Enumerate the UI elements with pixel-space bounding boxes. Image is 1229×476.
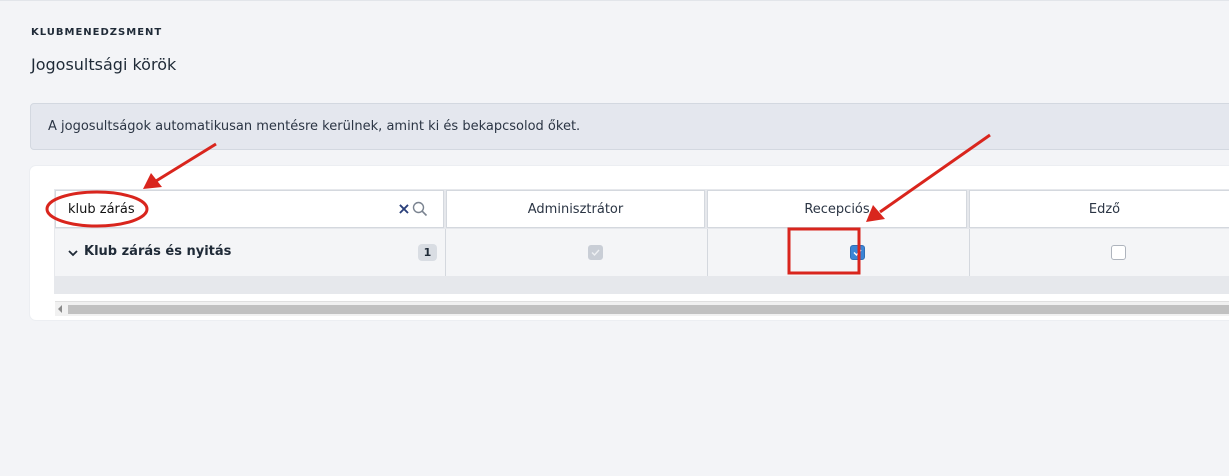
table-row[interactable]: Klub zárás és nyitás 1 bbox=[55, 229, 1229, 276]
scroll-thumb[interactable] bbox=[68, 305, 1229, 314]
column-divider bbox=[445, 229, 446, 276]
column-header-admin: Adminisztrátor bbox=[446, 190, 705, 228]
permissions-card: × Adminisztrátor Recepciós Edző Klub bbox=[30, 166, 1229, 320]
column-header-reception: Recepciós bbox=[707, 190, 967, 228]
section-eyebrow: KLUBMENEDZSMENT bbox=[31, 27, 163, 38]
checkbox-reception[interactable] bbox=[850, 245, 865, 260]
column-header-coach: Edző bbox=[969, 190, 1229, 228]
autosave-notice: A jogosultságok automatikusan mentésre k… bbox=[30, 103, 1229, 150]
notice-text: A jogosultságok automatikusan mentésre k… bbox=[48, 119, 581, 134]
column-header-label: Adminisztrátor bbox=[527, 202, 624, 217]
row-label: Klub zárás és nyitás bbox=[84, 244, 232, 259]
column-divider bbox=[707, 229, 708, 276]
checkbox-coach[interactable] bbox=[1111, 245, 1126, 260]
search-icon[interactable] bbox=[412, 201, 428, 217]
count-badge: 1 bbox=[418, 244, 437, 261]
checkbox-admin bbox=[588, 245, 603, 260]
close-icon[interactable]: × bbox=[397, 200, 411, 218]
column-header-label: Edző bbox=[1088, 202, 1121, 217]
permissions-grid: × Adminisztrátor Recepciós Edző Klub bbox=[54, 189, 1229, 316]
page-title: Jogosultsági körök bbox=[31, 55, 177, 74]
search-cell: × bbox=[55, 190, 444, 228]
horizontal-scrollbar[interactable] bbox=[55, 301, 1229, 316]
top-divider bbox=[0, 0, 1229, 1]
column-divider bbox=[969, 229, 970, 276]
scroll-left-arrow-icon[interactable] bbox=[58, 305, 62, 313]
column-header-label: Recepciós bbox=[804, 202, 870, 217]
search-input[interactable] bbox=[68, 202, 368, 217]
chevron-down-icon[interactable] bbox=[67, 244, 79, 257]
